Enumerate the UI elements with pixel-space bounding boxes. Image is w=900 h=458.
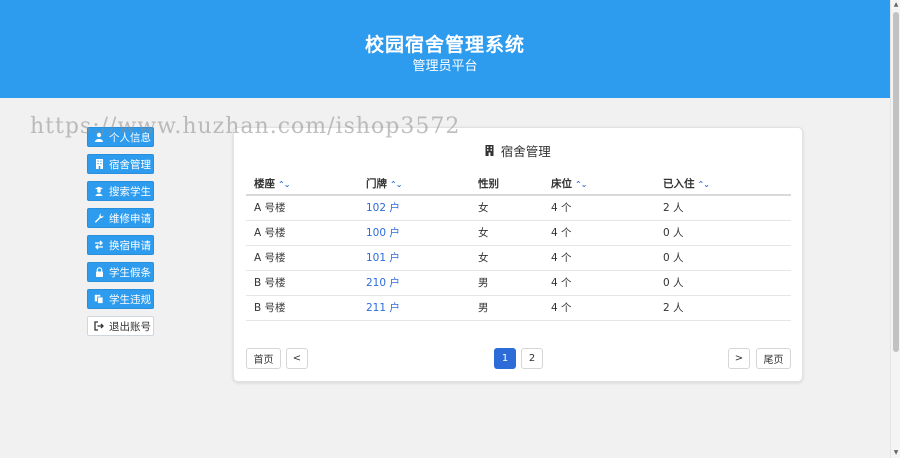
- page: 校园宿舍管理系统 管理员平台 个人信息 宿舍管理 搜索学生 维修申请 换宿申请 …: [0, 0, 890, 458]
- page-button-2[interactable]: 2: [521, 348, 543, 369]
- cell-building: B 号楼: [246, 295, 358, 321]
- cell-beds: 4 个: [543, 245, 655, 271]
- cell-beds: 4 个: [543, 220, 655, 246]
- prev-page-button[interactable]: <: [286, 348, 308, 369]
- cell-building: A 号楼: [246, 245, 358, 271]
- swap-icon: [93, 240, 105, 250]
- sidebar-item-label: 搜索学生: [109, 185, 151, 198]
- cell-beds: 4 个: [543, 270, 655, 296]
- sidebar-item-label: 宿舍管理: [109, 158, 151, 171]
- cell-door-link[interactable]: 100 户: [358, 220, 470, 246]
- sidebar-item-leave-note[interactable]: 学生假条: [87, 262, 154, 282]
- sidebar-item-label: 换宿申请: [109, 239, 151, 252]
- vertical-scrollbar[interactable]: ▲ ▼: [890, 0, 900, 458]
- lock-icon: [93, 267, 105, 277]
- dorm-table: 楼座 ⌃⌄ 门牌 ⌃⌄ 性别 床位 ⌃⌄ 已入住 ⌃⌄ A 号楼 102 户 女 4 个…: [246, 173, 791, 321]
- table-row: B 号楼 210 户 男 4 个 0 人: [246, 270, 791, 296]
- cell-gender: 男: [470, 295, 543, 321]
- sidebar-item-profile[interactable]: 个人信息: [87, 127, 154, 147]
- sidebar-item-label: 个人信息: [109, 131, 151, 144]
- cell-beds: 4 个: [543, 195, 655, 221]
- column-header-gender: 性别: [470, 173, 543, 196]
- table-row: B 号楼 211 户 男 4 个 2 人: [246, 295, 791, 321]
- cell-beds: 4 个: [543, 295, 655, 321]
- sidebar-item-label: 学生违规: [109, 293, 151, 306]
- cell-door-link[interactable]: 211 户: [358, 295, 470, 321]
- sort-icon[interactable]: ⌃⌄: [278, 180, 290, 189]
- sidebar-item-room-change[interactable]: 换宿申请: [87, 235, 154, 255]
- sort-icon[interactable]: ⌃⌄: [698, 180, 710, 189]
- column-header-building[interactable]: 楼座 ⌃⌄: [246, 173, 358, 196]
- table-row: A 号楼 101 户 女 4 个 0 人: [246, 245, 791, 271]
- wrench-icon: [93, 213, 105, 223]
- cell-building: A 号楼: [246, 195, 358, 221]
- cell-gender: 女: [470, 220, 543, 246]
- column-header-door[interactable]: 门牌 ⌃⌄: [358, 173, 470, 196]
- column-header-beds[interactable]: 床位 ⌃⌄: [543, 173, 655, 196]
- cell-occupied: 2 人: [655, 195, 791, 221]
- app-subtitle: 管理员平台: [412, 59, 478, 74]
- logout-icon: [93, 321, 105, 331]
- first-page-button[interactable]: 首页: [246, 348, 281, 369]
- scrollbar-thumb[interactable]: [893, 12, 899, 352]
- panel-title: 宿舍管理: [234, 141, 802, 160]
- table-header-row: 楼座 ⌃⌄ 门牌 ⌃⌄ 性别 床位 ⌃⌄ 已入住 ⌃⌄: [246, 173, 791, 196]
- app-title: 校园宿舍管理系统: [364, 34, 525, 56]
- cell-building: B 号楼: [246, 270, 358, 296]
- cell-occupied: 0 人: [655, 270, 791, 296]
- cell-building: A 号楼: [246, 220, 358, 246]
- sidebar-item-violation[interactable]: 学生违规: [87, 289, 154, 309]
- last-page-button[interactable]: 尾页: [756, 348, 791, 369]
- scroll-down-icon[interactable]: ▼: [891, 448, 900, 458]
- sidebar-item-dorm-management[interactable]: 宿舍管理: [87, 154, 154, 174]
- cell-door-link[interactable]: 101 户: [358, 245, 470, 271]
- sidebar-item-search-student[interactable]: 搜索学生: [87, 181, 154, 201]
- building-icon: [93, 159, 105, 169]
- user-icon: [93, 132, 105, 142]
- table-row: A 号楼 102 户 女 4 个 2 人: [246, 195, 791, 221]
- sort-icon[interactable]: ⌃⌄: [390, 180, 402, 189]
- student-icon: [93, 186, 105, 196]
- cell-occupied: 0 人: [655, 245, 791, 271]
- panel-title-text: 宿舍管理: [500, 144, 551, 159]
- sort-icon[interactable]: ⌃⌄: [575, 180, 587, 189]
- next-page-button[interactable]: >: [728, 348, 750, 369]
- copy-icon: [93, 294, 105, 304]
- logout-button[interactable]: 退出账号: [87, 316, 154, 336]
- table-row: A 号楼 100 户 女 4 个 0 人: [246, 220, 791, 246]
- cell-occupied: 2 人: [655, 295, 791, 321]
- cell-gender: 男: [470, 270, 543, 296]
- cell-occupied: 0 人: [655, 220, 791, 246]
- cell-gender: 女: [470, 195, 543, 221]
- cell-gender: 女: [470, 245, 543, 271]
- app-header: 校园宿舍管理系统 管理员平台: [0, 0, 890, 98]
- building-icon: [485, 145, 498, 159]
- sidebar-item-label: 维修申请: [109, 212, 151, 225]
- cell-door-link[interactable]: 102 户: [358, 195, 470, 221]
- sidebar-item-repair-request[interactable]: 维修申请: [87, 208, 154, 228]
- sidebar-item-label: 学生假条: [109, 266, 151, 279]
- sidebar-menu: 个人信息 宿舍管理 搜索学生 维修申请 换宿申请 学生假条 学生违规 退出账号: [87, 127, 157, 343]
- page-button-1[interactable]: 1: [494, 348, 516, 369]
- scroll-up-icon[interactable]: ▲: [891, 0, 900, 10]
- sidebar-item-label: 退出账号: [109, 320, 151, 333]
- cell-door-link[interactable]: 210 户: [358, 270, 470, 296]
- column-header-occupied[interactable]: 已入住 ⌃⌄: [655, 173, 791, 196]
- dorm-management-panel: 宿舍管理 楼座 ⌃⌄ 门牌 ⌃⌄ 性别 床位 ⌃⌄ 已入住 ⌃⌄ A 号楼 102 户 …: [233, 127, 803, 382]
